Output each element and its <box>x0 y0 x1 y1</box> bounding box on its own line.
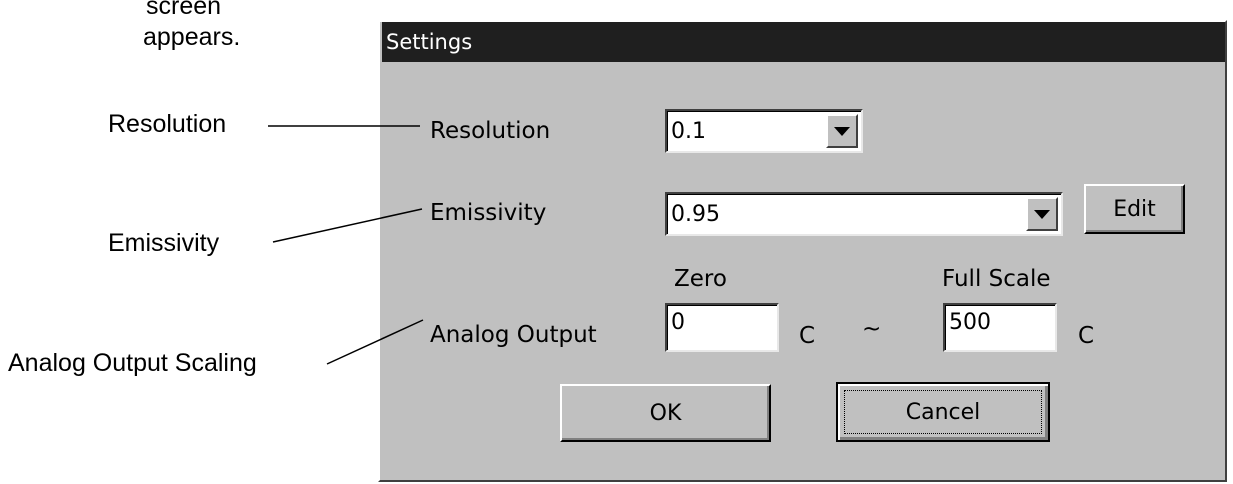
intro-line-1: screen <box>146 0 222 20</box>
resolution-select[interactable]: 0.1 <box>665 109 863 153</box>
ok-button-label: OK <box>649 400 682 426</box>
intro-text: screen appears. <box>143 0 241 53</box>
cancel-button-label: Cancel <box>905 399 981 425</box>
edit-button-label: Edit <box>1113 196 1156 222</box>
cancel-button[interactable]: Cancel <box>836 382 1050 442</box>
analog-output-label: Analog Output <box>430 322 597 348</box>
callout-emissivity: Emissivity <box>108 229 220 257</box>
chevron-down-icon <box>834 126 850 136</box>
chevron-down-icon <box>1034 209 1050 219</box>
emissivity-select[interactable]: 0.95 <box>665 192 1063 236</box>
callout-resolution: Resolution <box>108 110 227 138</box>
zero-header: Zero <box>674 266 727 292</box>
full-scale-header: Full Scale <box>942 266 1051 292</box>
ok-button[interactable]: OK <box>560 384 771 442</box>
emissivity-value: 0.95 <box>671 201 720 227</box>
full-scale-input[interactable]: 500 <box>943 303 1057 352</box>
dialog-title: Settings <box>386 30 473 54</box>
edit-button[interactable]: Edit <box>1084 184 1185 234</box>
full-scale-unit: C <box>1078 323 1095 349</box>
zero-input-value: 0 <box>671 310 685 335</box>
settings-dialog: Settings Resolution 0.1 Emissivity 0.95 … <box>378 20 1227 482</box>
resolution-dropdown-button[interactable] <box>826 114 858 148</box>
zero-unit: C <box>799 323 816 349</box>
callout-analog-output-scaling: Analog Output Scaling <box>8 349 257 377</box>
resolution-value: 0.1 <box>671 118 706 144</box>
range-separator: ~ <box>862 316 882 342</box>
full-scale-input-value: 500 <box>949 310 991 335</box>
emissivity-label: Emissivity <box>430 200 547 226</box>
resolution-label: Resolution <box>430 118 551 144</box>
dialog-titlebar: Settings <box>382 22 1225 62</box>
emissivity-dropdown-button[interactable] <box>1026 197 1058 231</box>
zero-input[interactable]: 0 <box>665 303 779 352</box>
intro-line-2: appears. <box>143 23 241 51</box>
